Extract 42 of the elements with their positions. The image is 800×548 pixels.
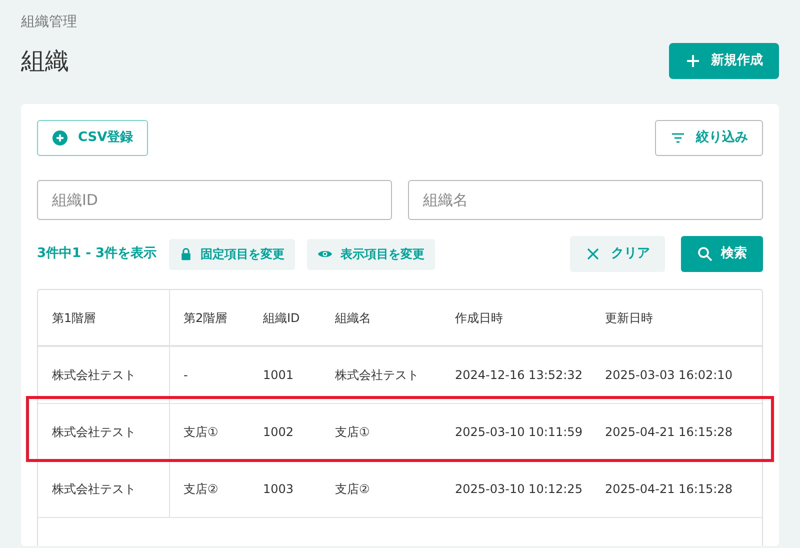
table-cell: 2025-03-10 10:12:25 bbox=[441, 460, 591, 517]
column-header: 組織ID bbox=[249, 290, 321, 346]
table-cell: 支店① bbox=[169, 403, 249, 460]
table-cell: 支店① bbox=[321, 403, 441, 460]
search-field[interactable]: 組織ID bbox=[37, 180, 392, 220]
table-cell: 支店② bbox=[169, 460, 249, 517]
column-header: 更新日時 bbox=[591, 290, 762, 346]
column-header: 第1階層 bbox=[38, 290, 169, 346]
page-title: 組織 bbox=[21, 46, 69, 76]
clear-button[interactable]: クリア bbox=[570, 236, 665, 272]
table-cell: 株式会社テスト bbox=[38, 346, 169, 403]
plus-icon bbox=[685, 53, 701, 69]
search-icon bbox=[697, 246, 713, 262]
close-icon bbox=[585, 246, 601, 262]
table-cell: 支店② bbox=[321, 460, 441, 517]
table-cell: 1002 bbox=[249, 403, 321, 460]
column-header: 第2階層 bbox=[169, 290, 249, 346]
search-field[interactable]: 組織名 bbox=[408, 180, 763, 220]
table-cell: 2025-04-21 16:15:28 bbox=[591, 403, 762, 460]
filter-button[interactable]: 絞り込み bbox=[655, 120, 763, 156]
breadcrumb: 組織管理 bbox=[21, 13, 78, 32]
table-cell: 株式会社テスト bbox=[38, 460, 169, 517]
table-cell: 株式会社テスト bbox=[321, 346, 441, 403]
column-header: 作成日時 bbox=[441, 290, 591, 346]
result-count: 3件中1 - 3件を表示 bbox=[37, 245, 157, 264]
table-cell: 株式会社テスト bbox=[38, 403, 169, 460]
change-display-columns-button[interactable]: 表示項目を変更 bbox=[306, 238, 435, 270]
table-cell: 2025-04-21 16:15:28 bbox=[591, 460, 762, 517]
table-cell: 2025-03-03 16:02:10 bbox=[591, 346, 762, 403]
table-cell: 1003 bbox=[249, 460, 321, 517]
lock-icon bbox=[178, 247, 193, 261]
search-button[interactable]: 検索 bbox=[681, 236, 763, 272]
change-fixed-columns-button[interactable]: 固定項目を変更 bbox=[168, 238, 295, 270]
plus-circle-icon bbox=[52, 130, 68, 146]
filter-icon bbox=[670, 130, 686, 146]
table-cell: 1001 bbox=[249, 346, 321, 403]
table-cell: - bbox=[169, 346, 249, 403]
table-cell: 2024-12-16 13:52:32 bbox=[441, 346, 591, 403]
csv-register-button[interactable]: CSV登録 bbox=[37, 120, 148, 156]
create-button[interactable]: 新規作成 bbox=[669, 43, 779, 79]
column-header: 組織名 bbox=[321, 290, 441, 346]
table-cell: 2025-03-10 10:11:59 bbox=[441, 403, 591, 460]
